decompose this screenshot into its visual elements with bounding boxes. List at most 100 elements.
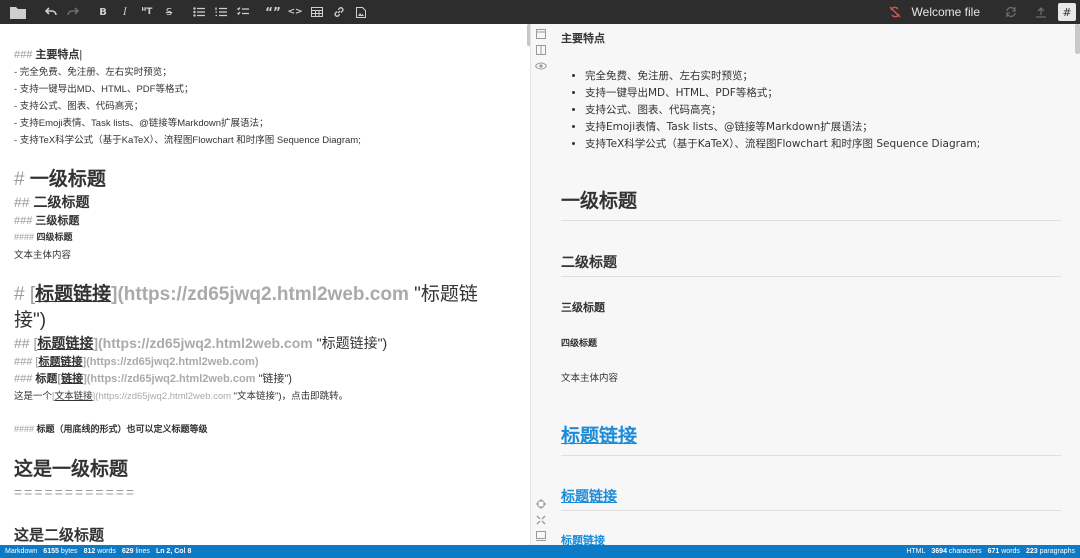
- editor-line-h3: ### 主要特点|: [14, 49, 83, 61]
- preview-heading-h2: 二级标题: [561, 254, 617, 270]
- preview-heading-h3b: 三级标题: [561, 302, 605, 314]
- sync-icon[interactable]: [1003, 4, 1019, 20]
- status-cursor: Ln 2, Col 8: [156, 548, 191, 555]
- editor-only-icon[interactable]: [535, 28, 547, 40]
- html-stats: HTML 3694 characters 671 words 223 parag…: [906, 545, 1075, 558]
- bulleted-list-icon[interactable]: [191, 4, 207, 20]
- side-by-side-icon[interactable]: [535, 44, 547, 56]
- editor-body-text: 文本主体内容: [14, 250, 72, 261]
- status-bytes: 6155 bytes: [43, 548, 77, 555]
- editor-list-item: - 支持一键导出MD、HTML、PDF等格式；: [14, 84, 194, 95]
- preview-h1-rule: [561, 220, 1061, 221]
- lines-count: 629: [121, 548, 134, 555]
- editor-list-item: - 支持Emoji表情、Task lists、@链接等Markdown扩展语法；: [14, 118, 269, 129]
- stackedit-app: B I ᴴT S “” <> Welcome file # ### 主要特点| …: [0, 0, 1080, 558]
- document-title[interactable]: Welcome file: [912, 5, 980, 19]
- preview-list-item: 支持一键导出MD、HTML、PDF等格式；: [585, 85, 980, 102]
- heading-icon[interactable]: ᴴT: [139, 4, 155, 20]
- lines-label: lines: [135, 548, 150, 555]
- status-chars: 3694 characters: [931, 548, 981, 555]
- words-count: 812: [83, 548, 96, 555]
- heading-text: 三级标题: [35, 215, 80, 227]
- format-toolbar: B I ᴴT S “” <>: [0, 0, 372, 24]
- heading-text: 主要特点: [35, 49, 80, 61]
- chars-label: characters: [948, 548, 982, 555]
- editor-line-h3: ### 三级标题: [14, 212, 79, 228]
- undo-icon[interactable]: [43, 4, 59, 20]
- checklist-icon[interactable]: [235, 4, 251, 20]
- status-lines: 629 lines: [122, 548, 150, 555]
- folder-icon[interactable]: [7, 4, 29, 20]
- status-words: 812 words: [84, 548, 116, 555]
- heading-mark: ###: [14, 373, 36, 385]
- preview-link-h1[interactable]: 标题链接: [561, 421, 637, 448]
- editor-line-h4: #### 四级标题: [14, 230, 73, 243]
- link-icon[interactable]: [331, 4, 347, 20]
- quote-icon[interactable]: “”: [265, 4, 281, 20]
- code-icon[interactable]: <>: [287, 4, 303, 20]
- sync-off-icon[interactable]: [887, 4, 903, 20]
- words-label: words: [97, 548, 116, 555]
- toggle-toolbar-icon[interactable]: [535, 514, 547, 526]
- preview-only-icon[interactable]: [535, 60, 547, 72]
- html-words-label: words: [1001, 548, 1020, 555]
- link-title: "标题链接"): [316, 335, 388, 351]
- preview-link-h2-rule: [561, 510, 1061, 511]
- heading-text: 四级标题: [36, 232, 73, 242]
- editor-setext-note: #### 标题（用底线的形式）也可以定义标题等级: [14, 422, 208, 435]
- editor-link-heading-h1: # [标题链接](https://zd65jwq2.html2web.com "…: [14, 279, 478, 306]
- editor-text-link-line: 这是一个[文本链接](https://zd65jwq2.html2web.com…: [14, 388, 348, 402]
- heading-mark: ### [: [14, 356, 39, 368]
- markdown-editor[interactable]: ### 主要特点| - 完全免费、免注册、左右实时预览； - 支持一键导出MD、…: [0, 24, 530, 545]
- status-paragraphs: 223 paragraphs: [1026, 548, 1075, 555]
- italic-icon[interactable]: I: [117, 4, 133, 20]
- publish-icon[interactable]: [1033, 4, 1049, 20]
- numbered-list-icon[interactable]: [213, 4, 229, 20]
- status-html-label: HTML: [906, 548, 926, 555]
- scroll-sync-icon[interactable]: [535, 498, 547, 510]
- link-text: 标题链接: [38, 356, 83, 368]
- text: 这是一个: [14, 391, 53, 402]
- preview-scrollbar[interactable]: [1075, 24, 1080, 54]
- editor-list-item: - 支持TeX科学公式（基于KaTeX）、流程图Flowchart 和时序图 S…: [14, 135, 361, 146]
- editor-link-heading-h3b: ### 标题[链接](https://zd65jwq2.html2web.com…: [14, 370, 292, 386]
- link-url: ](https://zd65jwq2.html2web.com: [93, 335, 317, 351]
- paragraphs-count: 223: [1025, 548, 1038, 555]
- strikethrough-icon[interactable]: S: [161, 4, 177, 20]
- link-title: "标题链: [414, 284, 478, 305]
- status-html-words: 671 words: [988, 548, 1020, 555]
- preview-heading-h3: 主要特点: [561, 33, 605, 45]
- editor-link-heading-h3: ### [标题链接](https://zd65jwq2.html2web.com…: [14, 353, 258, 369]
- bold-icon[interactable]: B: [95, 4, 111, 20]
- link-url: ](https://zd65jwq2.html2web.com: [92, 391, 234, 402]
- editor-line-h1: # 一级标题: [14, 164, 106, 191]
- table-icon[interactable]: [309, 4, 325, 20]
- cursor-position: Ln 2, Col 8: [155, 548, 192, 555]
- link-url: ](https://zd65jwq2.html2web.com): [82, 356, 259, 368]
- editor-list-item: - 完全免费、免注册、左右实时预览；: [14, 67, 172, 78]
- heading-text: 标题（用底线的形式）也可以定义标题等级: [36, 424, 208, 434]
- top-toolbar: B I ᴴT S “” <> Welcome file #: [0, 0, 1080, 24]
- editor-link-heading-h2: ## [标题链接](https://zd65jwq2.html2web.com …: [14, 333, 387, 353]
- link-title: "链接"): [258, 373, 292, 385]
- editor-stats: Markdown 6155 bytes 812 words 629 lines …: [5, 545, 197, 558]
- link-text: 链接: [61, 373, 84, 385]
- preview-list-item: 支持Emoji表情、Task lists、@链接等Markdown扩展语法；: [585, 119, 980, 136]
- heading-mark: ###: [14, 49, 36, 61]
- toggle-status-icon[interactable]: [535, 530, 547, 542]
- heading-mark: ####: [14, 424, 37, 434]
- redo-icon[interactable]: [65, 4, 81, 20]
- chars-count: 3694: [931, 548, 947, 555]
- link-text: 标题链接: [37, 335, 94, 351]
- link-title: "文本链接"): [233, 391, 282, 402]
- heading-mark: ## [: [14, 335, 38, 351]
- preview-link-h1-rule: [561, 455, 1061, 456]
- image-icon[interactable]: [353, 4, 369, 20]
- markdown-menu-button[interactable]: #: [1058, 3, 1076, 21]
- bytes-label: bytes: [60, 548, 78, 555]
- link-text: 标题链接: [35, 284, 112, 305]
- preview-link-h2[interactable]: 标题链接: [561, 486, 617, 506]
- preview-heading-h4: 四级标题: [561, 338, 598, 348]
- editor-line-h2: ## 二级标题: [14, 192, 89, 212]
- heading-mark: ##: [14, 194, 34, 210]
